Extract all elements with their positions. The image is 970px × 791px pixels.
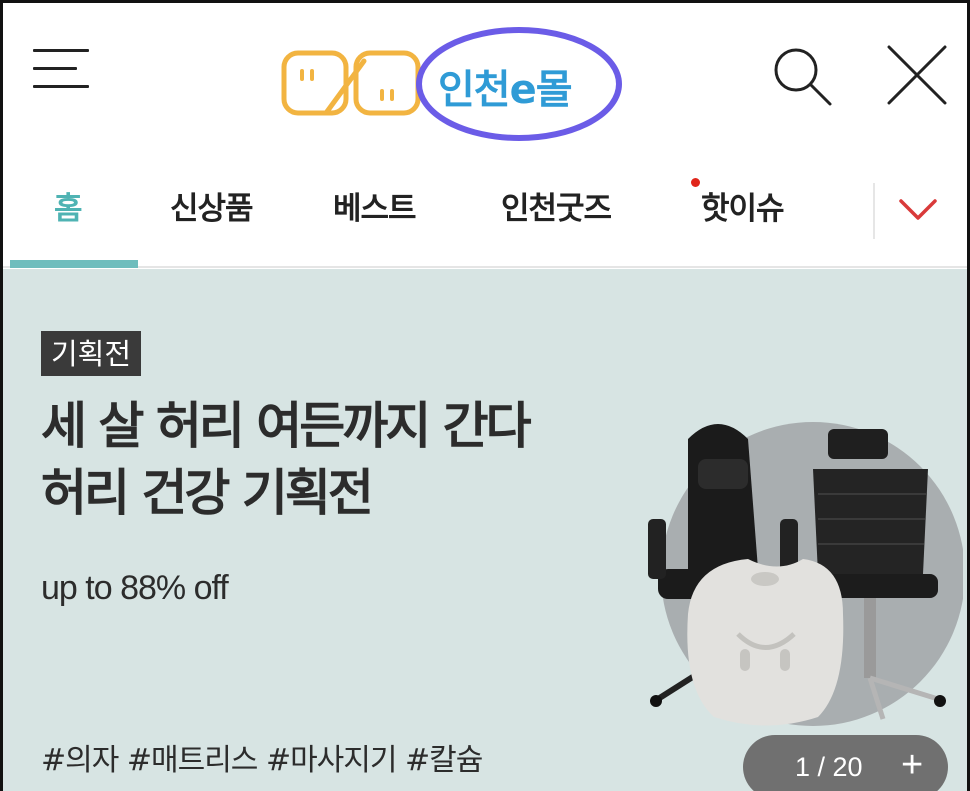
- logo-mark-icon: [281, 50, 421, 116]
- close-icon[interactable]: [883, 41, 953, 111]
- search-icon[interactable]: [768, 41, 838, 111]
- hashtag-list: #의자 #매트리스 #마사지기 #칼슘: [41, 743, 483, 778]
- tab-new-products[interactable]: 신상품: [170, 183, 254, 228]
- new-indicator-dot: [691, 178, 700, 187]
- hamburger-menu-icon[interactable]: [33, 45, 91, 95]
- tab-home[interactable]: 홈: [54, 183, 83, 228]
- app-frame: 인천e몰 홈 신상품 베스트 인천굿즈 핫이슈 기획전 세 살 허리 여든까지 …: [0, 0, 970, 791]
- tab-hot-issue[interactable]: 핫이슈: [701, 183, 785, 228]
- category-tabs: 홈 신상품 베스트 인천굿즈 핫이슈: [3, 153, 967, 268]
- pager-count: 1 / 20: [795, 752, 863, 782]
- banner-headline: 세 살 허리 여든까지 간다 허리 건강 기획전: [41, 393, 532, 527]
- discount-text: up to 88% off: [41, 569, 229, 607]
- event-badge: 기획전: [41, 331, 142, 376]
- headline-line-1: 세 살 허리 여든까지 간다: [41, 397, 532, 455]
- active-tab-indicator: [10, 260, 138, 268]
- tab-incheon-goods[interactable]: 인천굿즈: [501, 183, 612, 228]
- headline-line-2: 허리 건강 기획전: [41, 464, 374, 522]
- chevron-down-icon[interactable]: [883, 175, 953, 245]
- site-logo[interactable]: 인천e몰: [278, 23, 623, 143]
- promo-banner[interactable]: 기획전 세 살 허리 여든까지 간다 허리 건강 기획전 up to 88% o…: [3, 269, 967, 791]
- chair-products-image: [648, 422, 963, 726]
- tab-best[interactable]: 베스트: [333, 183, 417, 228]
- tabs-divider: [873, 183, 875, 239]
- plus-icon[interactable]: +: [901, 744, 923, 787]
- top-header: 인천e몰: [3, 3, 967, 153]
- logo-text: 인천e몰: [438, 67, 573, 113]
- banner-pager[interactable]: 1 / 20 +: [743, 735, 948, 791]
